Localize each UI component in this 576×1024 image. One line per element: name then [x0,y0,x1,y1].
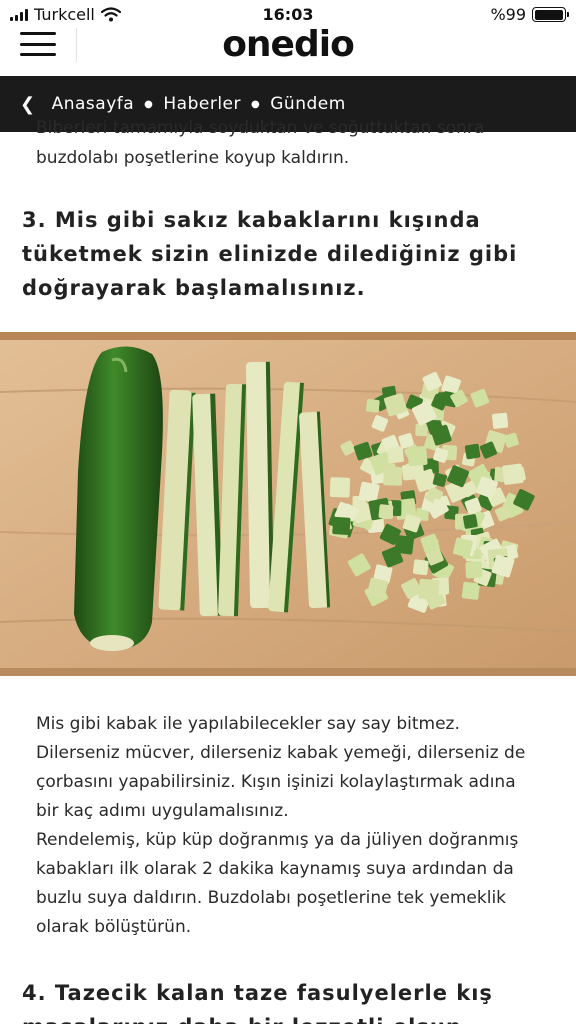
text-line: Rendelemiş, küp küp doğranmış ya da jüli… [36,830,519,850]
zucchini-photo [0,332,576,676]
text-line: Mis gibi kabak ile yapılabilecekler say … [36,714,460,734]
back-chevron-icon[interactable]: ❮ [20,94,36,115]
status-right: %99 [490,5,569,24]
breadcrumb-news[interactable]: Haberler [163,94,241,114]
battery-icon [532,7,569,22]
section-4-title: 4. Tazecik kalan taze fasulyelerle kış m… [22,981,493,1024]
breadcrumb-agenda[interactable]: Gündem [270,94,346,114]
section-3-body: Mis gibi kabak ile yapılabilecekler say … [0,676,576,942]
section-3-title: 3. Mis gibi sakız kabaklarını kışında tü… [22,208,518,300]
cutoff-text: Biberleri tamamıyla soyduktan ve soğuttu… [36,118,485,138]
breadcrumb-separator-icon: ● [144,98,154,110]
battery-percent: %99 [490,5,526,24]
text-line: kabakları ilk olarak 2 dakika kaynamış s… [36,859,514,879]
text-line: bir kaç adımı uygulamalısınız. [36,801,289,821]
article-content: Biberleri tamamıyla soyduktan ve soğuttu… [0,118,576,1024]
site-logo[interactable]: onedio [0,24,576,65]
zucchini-illustration [0,332,576,676]
breadcrumb-separator-icon: ● [251,98,261,110]
text-line: olarak bölüştürün. [36,917,192,937]
text-line: çorbasını yapabilirsiniz. Kışın işinizi … [36,772,516,792]
text-line: Dilerseniz mücver, dilerseniz kabak yeme… [36,743,526,763]
text-line: buzlu suya daldırın. Buzdolabı poşetleri… [36,888,507,908]
intro-paragraph: buzdolabı poşetlerine koyup kaldırın. [36,148,350,168]
breadcrumb-home[interactable]: Anasayfa [52,94,135,114]
site-header: onedio [0,24,576,76]
section-3-paragraph-1: Mis gibi kabak ile yapılabilecekler say … [0,710,576,942]
